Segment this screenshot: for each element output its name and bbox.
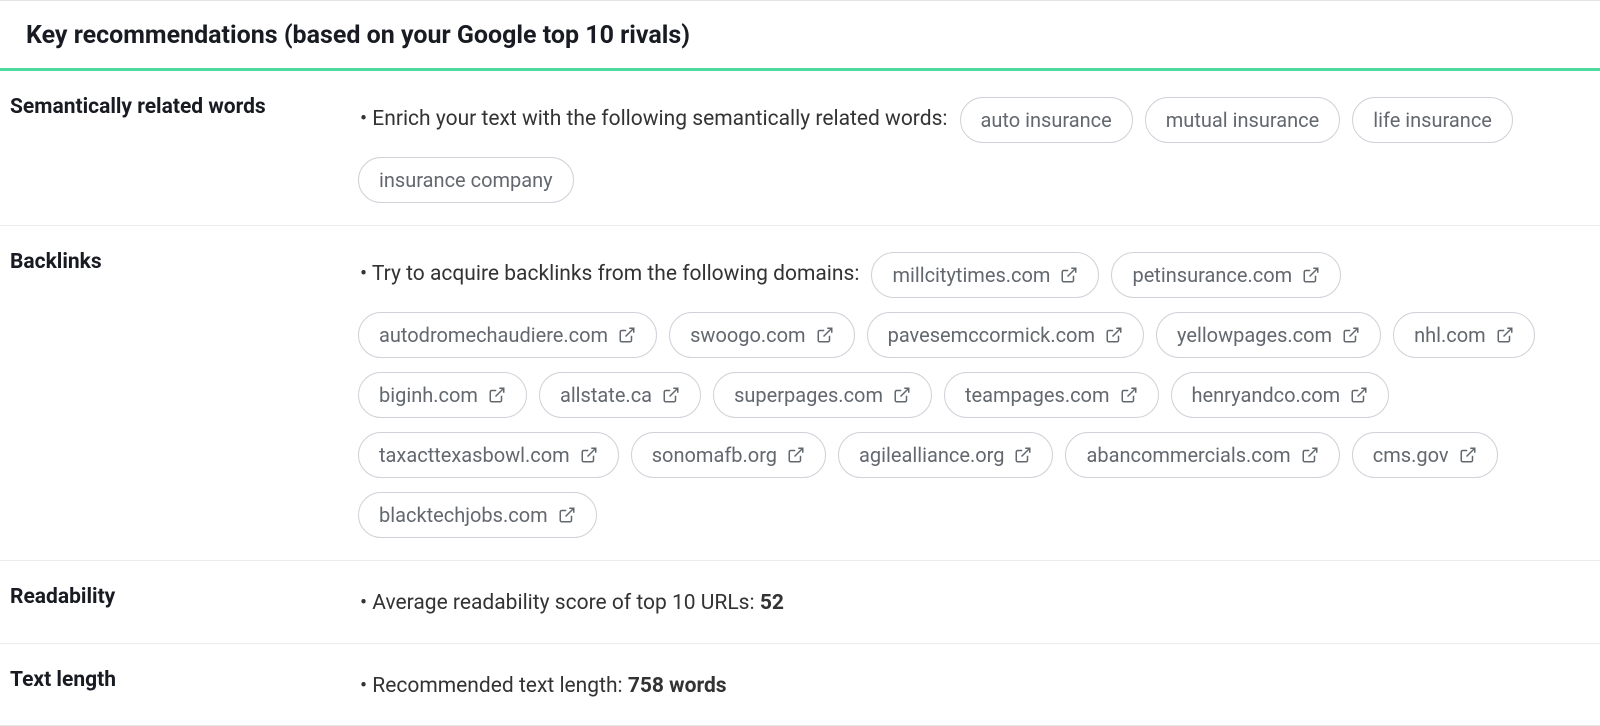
- backlink-chip[interactable]: swoogo.com: [669, 312, 855, 358]
- backlink-chip-label: sonomafb.org: [652, 441, 777, 469]
- external-link-icon: [1350, 386, 1368, 404]
- backlink-chip-label: taxacttexasbowl.com: [379, 441, 570, 469]
- backlink-chip[interactable]: teampages.com: [944, 372, 1159, 418]
- backlink-chip-label: allstate.ca: [560, 381, 652, 409]
- backlink-chip[interactable]: taxacttexasbowl.com: [358, 432, 619, 478]
- section-content-semantic: Enrich your text with the following sema…: [358, 93, 1590, 203]
- backlink-chip-label: autodromechaudiere.com: [379, 321, 608, 349]
- backlink-chip[interactable]: nhl.com: [1393, 312, 1535, 358]
- readability-prefix: Average readability score of top 10 URLs…: [372, 591, 760, 615]
- section-label-backlinks: Backlinks: [10, 248, 358, 277]
- section-label-semantic: Semantically related words: [10, 93, 358, 122]
- semantic-intro-text: Enrich your text with the following sema…: [358, 103, 948, 137]
- section-textlength: Text length Recommended text length: 758…: [0, 644, 1600, 726]
- section-label-textlength: Text length: [10, 666, 358, 695]
- backlink-chip[interactable]: petinsurance.com: [1111, 252, 1341, 298]
- external-link-icon: [488, 386, 506, 404]
- external-link-icon: [1302, 266, 1320, 284]
- backlink-chip[interactable]: agilealliance.org: [838, 432, 1053, 478]
- backlink-chip[interactable]: millcitytimes.com: [871, 252, 1099, 298]
- external-link-icon: [1105, 326, 1123, 344]
- backlink-chip-label: cms.gov: [1373, 441, 1449, 469]
- section-content-backlinks: Try to acquire backlinks from the follow…: [358, 248, 1590, 538]
- backlink-chip-label: swoogo.com: [690, 321, 806, 349]
- external-link-icon: [816, 326, 834, 344]
- backlink-chip[interactable]: superpages.com: [713, 372, 932, 418]
- recommendations-panel: Key recommendations (based on your Googl…: [0, 0, 1600, 726]
- backlinks-intro-text: Try to acquire backlinks from the follow…: [358, 258, 859, 292]
- semantic-chip[interactable]: mutual insurance: [1145, 97, 1340, 143]
- backlink-chip-label: superpages.com: [734, 381, 883, 409]
- external-link-icon: [893, 386, 911, 404]
- backlink-chip-label: teampages.com: [965, 381, 1110, 409]
- backlink-chip-label: pavesemccormick.com: [888, 321, 1095, 349]
- section-label-readability: Readability: [10, 583, 358, 612]
- semantic-chip[interactable]: life insurance: [1352, 97, 1513, 143]
- backlink-chip[interactable]: blacktechjobs.com: [358, 492, 597, 538]
- external-link-icon: [1301, 446, 1319, 464]
- semantic-chip[interactable]: auto insurance: [960, 97, 1133, 143]
- section-semantic: Semantically related words Enrich your t…: [0, 71, 1600, 226]
- semantic-chip-row: Enrich your text with the following sema…: [358, 97, 1590, 203]
- section-content-readability: Average readability score of top 10 URLs…: [358, 583, 1590, 621]
- external-link-icon: [1014, 446, 1032, 464]
- page-title: Key recommendations (based on your Googl…: [0, 1, 1600, 68]
- external-link-icon: [618, 326, 636, 344]
- backlink-chip-label: millcitytimes.com: [892, 261, 1050, 289]
- external-link-icon: [787, 446, 805, 464]
- backlink-chip[interactable]: biginh.com: [358, 372, 527, 418]
- backlink-chip[interactable]: abancommercials.com: [1065, 432, 1339, 478]
- textlength-value: 758 words: [628, 674, 727, 698]
- external-link-icon: [1060, 266, 1078, 284]
- section-backlinks: Backlinks Try to acquire backlinks from …: [0, 226, 1600, 561]
- external-link-icon: [1459, 446, 1477, 464]
- backlinks-chip-row: Try to acquire backlinks from the follow…: [358, 252, 1590, 538]
- readability-text: Average readability score of top 10 URLs…: [358, 587, 784, 621]
- textlength-text: Recommended text length: 758 words: [358, 670, 727, 704]
- backlink-chip[interactable]: yellowpages.com: [1156, 312, 1381, 358]
- external-link-icon: [558, 506, 576, 524]
- backlink-chip[interactable]: cms.gov: [1352, 432, 1498, 478]
- section-content-textlength: Recommended text length: 758 words: [358, 666, 1590, 704]
- external-link-icon: [1496, 326, 1514, 344]
- external-link-icon: [662, 386, 680, 404]
- external-link-icon: [580, 446, 598, 464]
- backlink-chip-label: petinsurance.com: [1132, 261, 1292, 289]
- backlink-chip-label: nhl.com: [1414, 321, 1486, 349]
- backlink-chip-label: henryandco.com: [1192, 381, 1341, 409]
- backlink-chip-label: blacktechjobs.com: [379, 501, 548, 529]
- readability-value: 52: [760, 591, 784, 615]
- semantic-chip[interactable]: insurance company: [358, 157, 574, 203]
- backlink-chip[interactable]: allstate.ca: [539, 372, 701, 418]
- backlink-chip-label: biginh.com: [379, 381, 478, 409]
- textlength-prefix: Recommended text length:: [372, 674, 628, 698]
- external-link-icon: [1342, 326, 1360, 344]
- backlink-chip[interactable]: henryandco.com: [1171, 372, 1390, 418]
- section-readability: Readability Average readability score of…: [0, 561, 1600, 644]
- backlink-chip[interactable]: sonomafb.org: [631, 432, 826, 478]
- backlink-chip[interactable]: autodromechaudiere.com: [358, 312, 657, 358]
- backlink-chip[interactable]: pavesemccormick.com: [867, 312, 1144, 358]
- backlink-chip-label: agilealliance.org: [859, 441, 1004, 469]
- backlink-chip-label: yellowpages.com: [1177, 321, 1332, 349]
- external-link-icon: [1120, 386, 1138, 404]
- backlink-chip-label: abancommercials.com: [1086, 441, 1290, 469]
